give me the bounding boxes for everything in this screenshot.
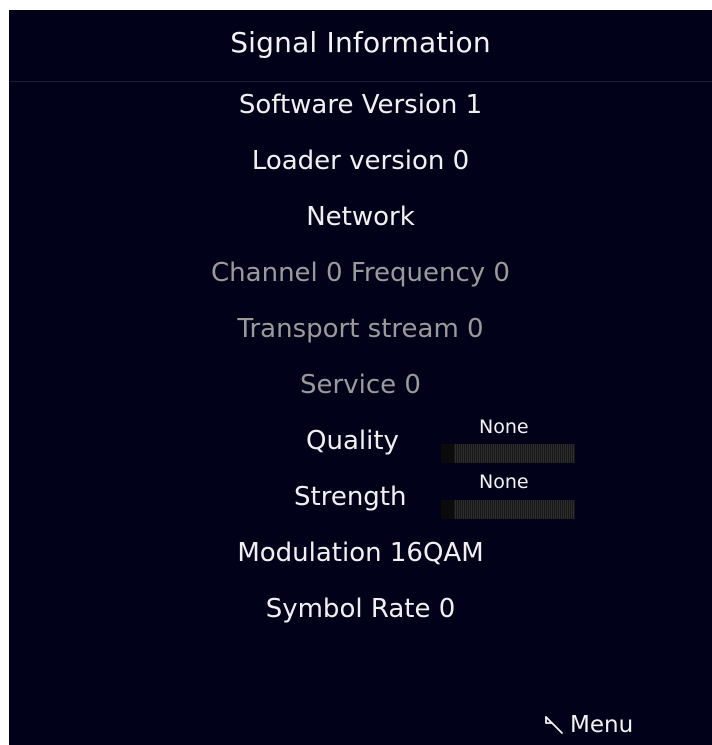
- network-text: Network: [306, 202, 415, 232]
- signal-information-screen: Signal Information Software Version 1 Lo…: [9, 10, 712, 745]
- strength-label: Strength: [294, 482, 407, 512]
- service-text: Service 0: [300, 370, 421, 400]
- quality-value: None: [479, 416, 529, 438]
- quality-meter-fill: [441, 444, 454, 463]
- quality-meter: [441, 444, 575, 463]
- header-bar: Signal Information: [9, 10, 712, 82]
- software-version-text: Software Version 1: [238, 90, 483, 120]
- symbol-rate-text: Symbol Rate 0: [265, 594, 456, 624]
- back-arrow-icon: [542, 714, 566, 736]
- strength-value: None: [479, 471, 529, 493]
- menu-label: Menu: [570, 712, 634, 738]
- strength-meter: [441, 500, 575, 519]
- menu-back-hint[interactable]: Menu: [542, 710, 633, 740]
- quality-label: Quality: [306, 426, 399, 456]
- page-title: Signal Information: [230, 26, 491, 59]
- loader-version-text: Loader version 0: [251, 146, 470, 176]
- channel-frequency-text: Channel 0 Frequency 0: [211, 258, 510, 288]
- modulation-text: Modulation 16QAM: [237, 538, 484, 568]
- strength-meter-fill: [441, 500, 454, 519]
- transport-stream-text: Transport stream 0: [237, 314, 484, 344]
